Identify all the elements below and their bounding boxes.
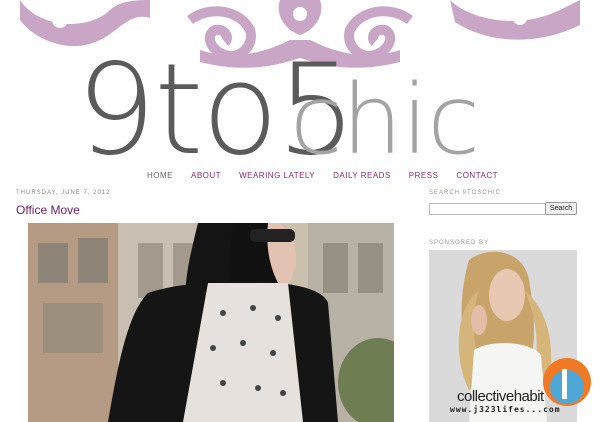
nav-press[interactable]: PRESS <box>400 171 448 180</box>
post-date: THURSDAY, JUNE 7, 2012 <box>16 190 111 196</box>
nav-about[interactable]: ABOUT <box>182 171 230 180</box>
post-photo-image <box>28 223 394 422</box>
sponsored-heading: SPONSORED BY <box>429 240 490 246</box>
nav-home[interactable]: HOME <box>138 171 182 180</box>
search-button[interactable]: Search <box>545 202 577 215</box>
watermark-badge-icon <box>543 358 591 406</box>
sponsor-brand-text: collectivehabit <box>457 388 544 405</box>
logo-text-light: chic <box>290 64 480 165</box>
post-title[interactable]: Office Move <box>16 203 80 217</box>
post-photo <box>28 223 394 422</box>
search-heading: SEARCH 9TOSCHIC <box>429 190 501 196</box>
watermark-text: www.j323lifes...com <box>450 405 561 414</box>
header: 9to5 chic <box>0 0 600 165</box>
main-nav: HOME ABOUT WEARING LATELY DAILY READS PR… <box>138 171 507 180</box>
nav-wearing-lately[interactable]: WEARING LATELY <box>230 171 324 180</box>
search-input[interactable] <box>429 203 547 215</box>
nav-daily-reads[interactable]: DAILY READS <box>324 171 400 180</box>
nav-contact[interactable]: CONTACT <box>447 171 507 180</box>
